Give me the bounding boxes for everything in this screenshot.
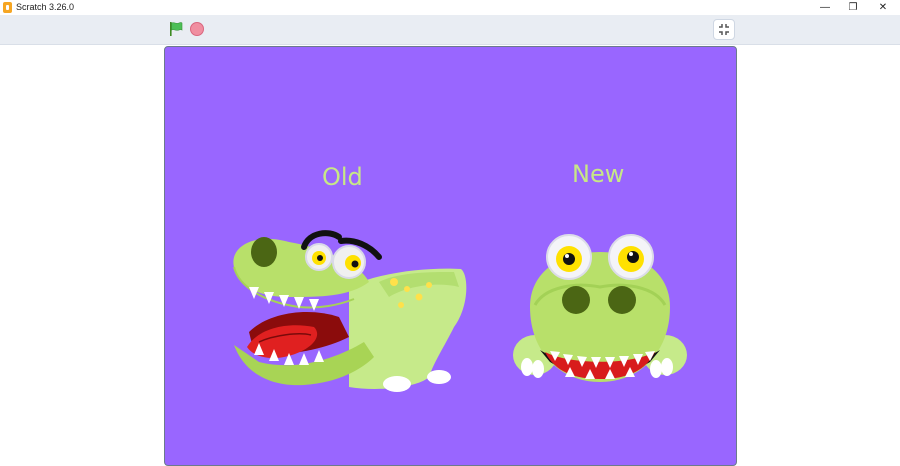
close-button[interactable]: ✕ [868,0,898,15]
stage-toolbar [0,15,900,45]
old-label: Old [322,163,363,191]
exit-fullscreen-icon [719,24,729,35]
scratch-app-icon [3,2,12,13]
green-flag-button[interactable] [168,21,184,37]
new-label: New [572,160,625,188]
stop-button[interactable] [190,22,204,36]
restore-button[interactable]: ❐ [838,0,868,15]
new-crocodile-sprite[interactable] [505,227,695,397]
stage-canvas[interactable]: Old New [164,46,737,466]
minimize-button[interactable]: — [810,0,840,15]
flag-icon [170,22,183,36]
window-title: Scratch 3.26.0 [16,2,75,12]
old-crocodile-sprite[interactable] [229,227,479,422]
title-bar: Scratch 3.26.0 — ❐ ✕ [0,0,900,15]
exit-fullscreen-button[interactable] [713,19,735,40]
